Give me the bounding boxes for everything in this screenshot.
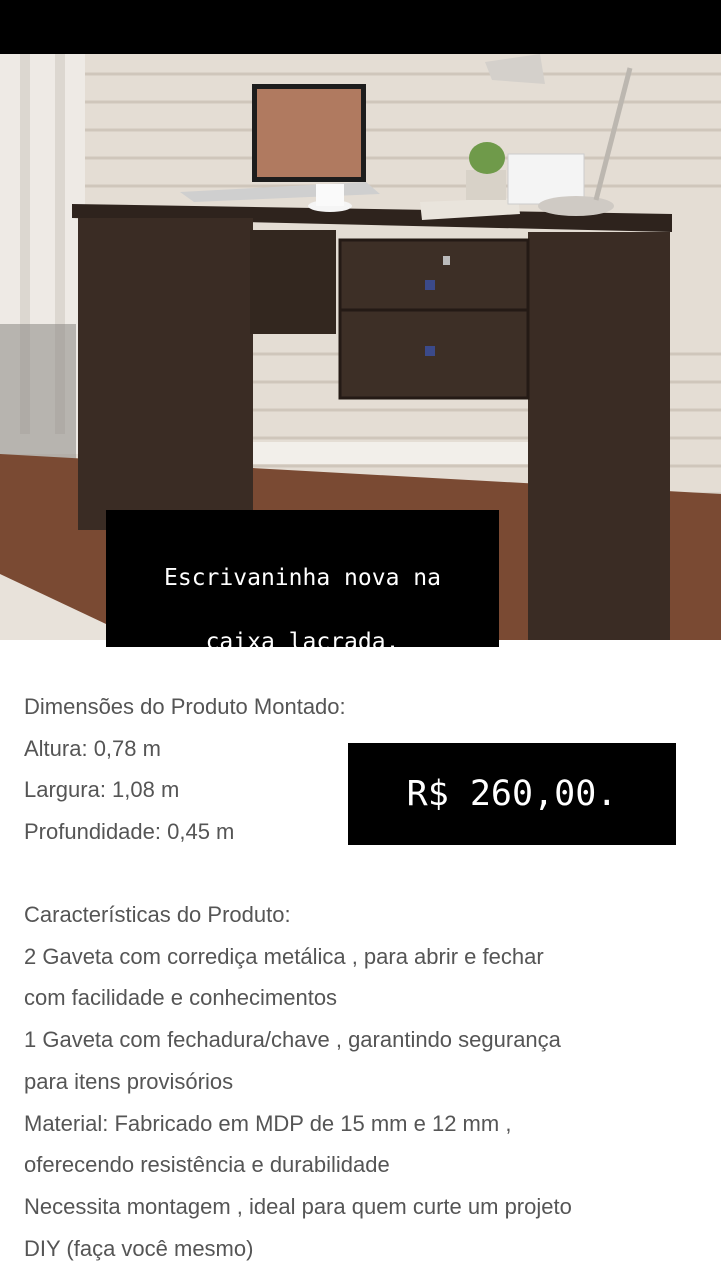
features-heading: Características do Produto:	[24, 902, 291, 927]
caption-line: Escrivaninha nova na	[164, 565, 441, 591]
price-label: R$ 260,00.	[406, 774, 618, 814]
dimensions-heading: Dimensões do Produto Montado:	[24, 694, 346, 719]
dimension-width: Largura: 1,08 m	[24, 777, 180, 803]
dimension-height: Altura: 0,78 m	[24, 735, 161, 761]
dimensions-section: Dimensões do Produto Montado: Altura: 0,…	[24, 686, 346, 853]
top-black-bar	[0, 0, 721, 54]
features-section: Características do Produto: 2 Gaveta com…	[24, 894, 704, 1269]
feature-line: 2 Gaveta com corrediça metálica , para a…	[24, 943, 544, 969]
feature-line: Material: Fabricado em MDP de 15 mm e 12…	[24, 1110, 512, 1136]
feature-line: para itens provisórios	[24, 1068, 234, 1094]
feature-line: com facilidade e conhecimentos	[24, 985, 338, 1011]
caption-line: caixa lacrada.	[205, 629, 400, 655]
feature-line: 1 Gaveta com fechadura/chave , garantind…	[24, 1027, 561, 1053]
feature-line: DIY (faça você mesmo)	[24, 1235, 254, 1261]
dimension-depth: Profundidade: 0,45 m	[24, 819, 235, 845]
feature-line: Necessita montagem , ideal para quem cur…	[24, 1193, 572, 1219]
price-box: R$ 260,00.	[348, 743, 676, 845]
photo-caption-box: Escrivaninha nova na caixa lacrada. (Des…	[106, 510, 499, 719]
feature-line: oferecendo resistência e durabilidade	[24, 1152, 390, 1178]
